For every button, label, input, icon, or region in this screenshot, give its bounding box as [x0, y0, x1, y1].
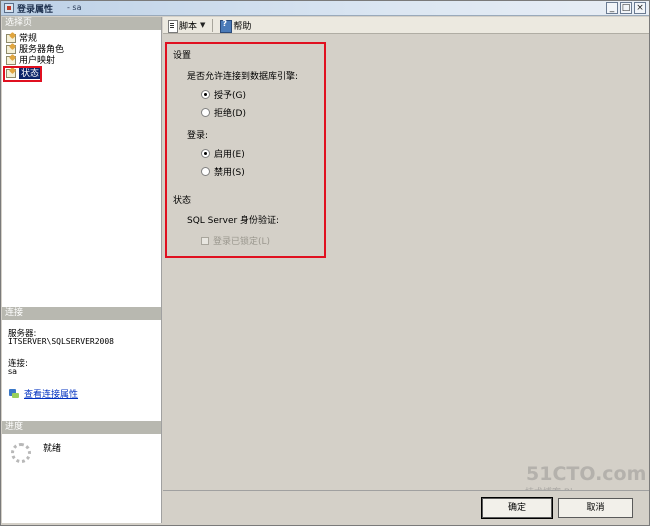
- title-bar: 登录属性 - sa _ □ ×: [1, 1, 649, 16]
- script-icon: [167, 19, 178, 33]
- script-button[interactable]: 脚本 ▼: [165, 18, 207, 33]
- page-item-user-mapping[interactable]: 用户映射: [6, 54, 56, 66]
- page-item-label: 用户映射: [19, 56, 56, 66]
- server-value: ITSERVER\SQLSERVER2008: [8, 337, 114, 346]
- window-title: 登录属性: [17, 5, 54, 15]
- cancel-button[interactable]: 取消: [558, 498, 633, 518]
- toolbar-divider: [212, 18, 214, 32]
- page-icon: [6, 44, 16, 54]
- view-connection-properties-link[interactable]: 查看连接属性: [24, 387, 78, 400]
- page-icon: [6, 33, 16, 43]
- connection-header: 连接: [2, 307, 161, 320]
- page-icon: [6, 55, 16, 65]
- connection-value: sa: [8, 367, 18, 376]
- app-icon: [4, 3, 14, 13]
- watermark-brand: 51CTO.com: [526, 463, 647, 485]
- progress-spinner-icon: [11, 443, 31, 463]
- progress-header: 进度: [2, 421, 161, 434]
- highlight-box-settings: [165, 42, 326, 258]
- help-icon: [220, 19, 233, 33]
- left-pane: 选择页 常规 服务器角色 用户映射 状态 连接 服务器: ITSERVER\SQ…: [2, 17, 162, 523]
- connection-properties-icon: [9, 388, 19, 399]
- ok-button[interactable]: 确定: [481, 497, 553, 519]
- chevron-down-icon[interactable]: ▼: [200, 21, 205, 29]
- highlight-box-status: [3, 66, 42, 82]
- toolbar: 脚本 ▼ 帮助: [163, 17, 649, 34]
- minimize-button[interactable]: _: [606, 2, 618, 14]
- progress-status: 就绪: [43, 444, 62, 454]
- script-label: 脚本: [179, 21, 198, 32]
- login-properties-window: 登录属性 - sa _ □ × 选择页 常规 服务器角色 用户映射 状态 连接 …: [0, 0, 650, 526]
- close-button[interactable]: ×: [634, 2, 646, 14]
- maximize-button[interactable]: □: [620, 2, 632, 14]
- view-connection-properties-row: 查看连接属性: [9, 387, 78, 400]
- window-title-suffix: - sa: [67, 3, 82, 12]
- help-button[interactable]: 帮助: [218, 18, 253, 33]
- select-page-header: 选择页: [2, 17, 161, 30]
- help-label: 帮助: [233, 21, 252, 32]
